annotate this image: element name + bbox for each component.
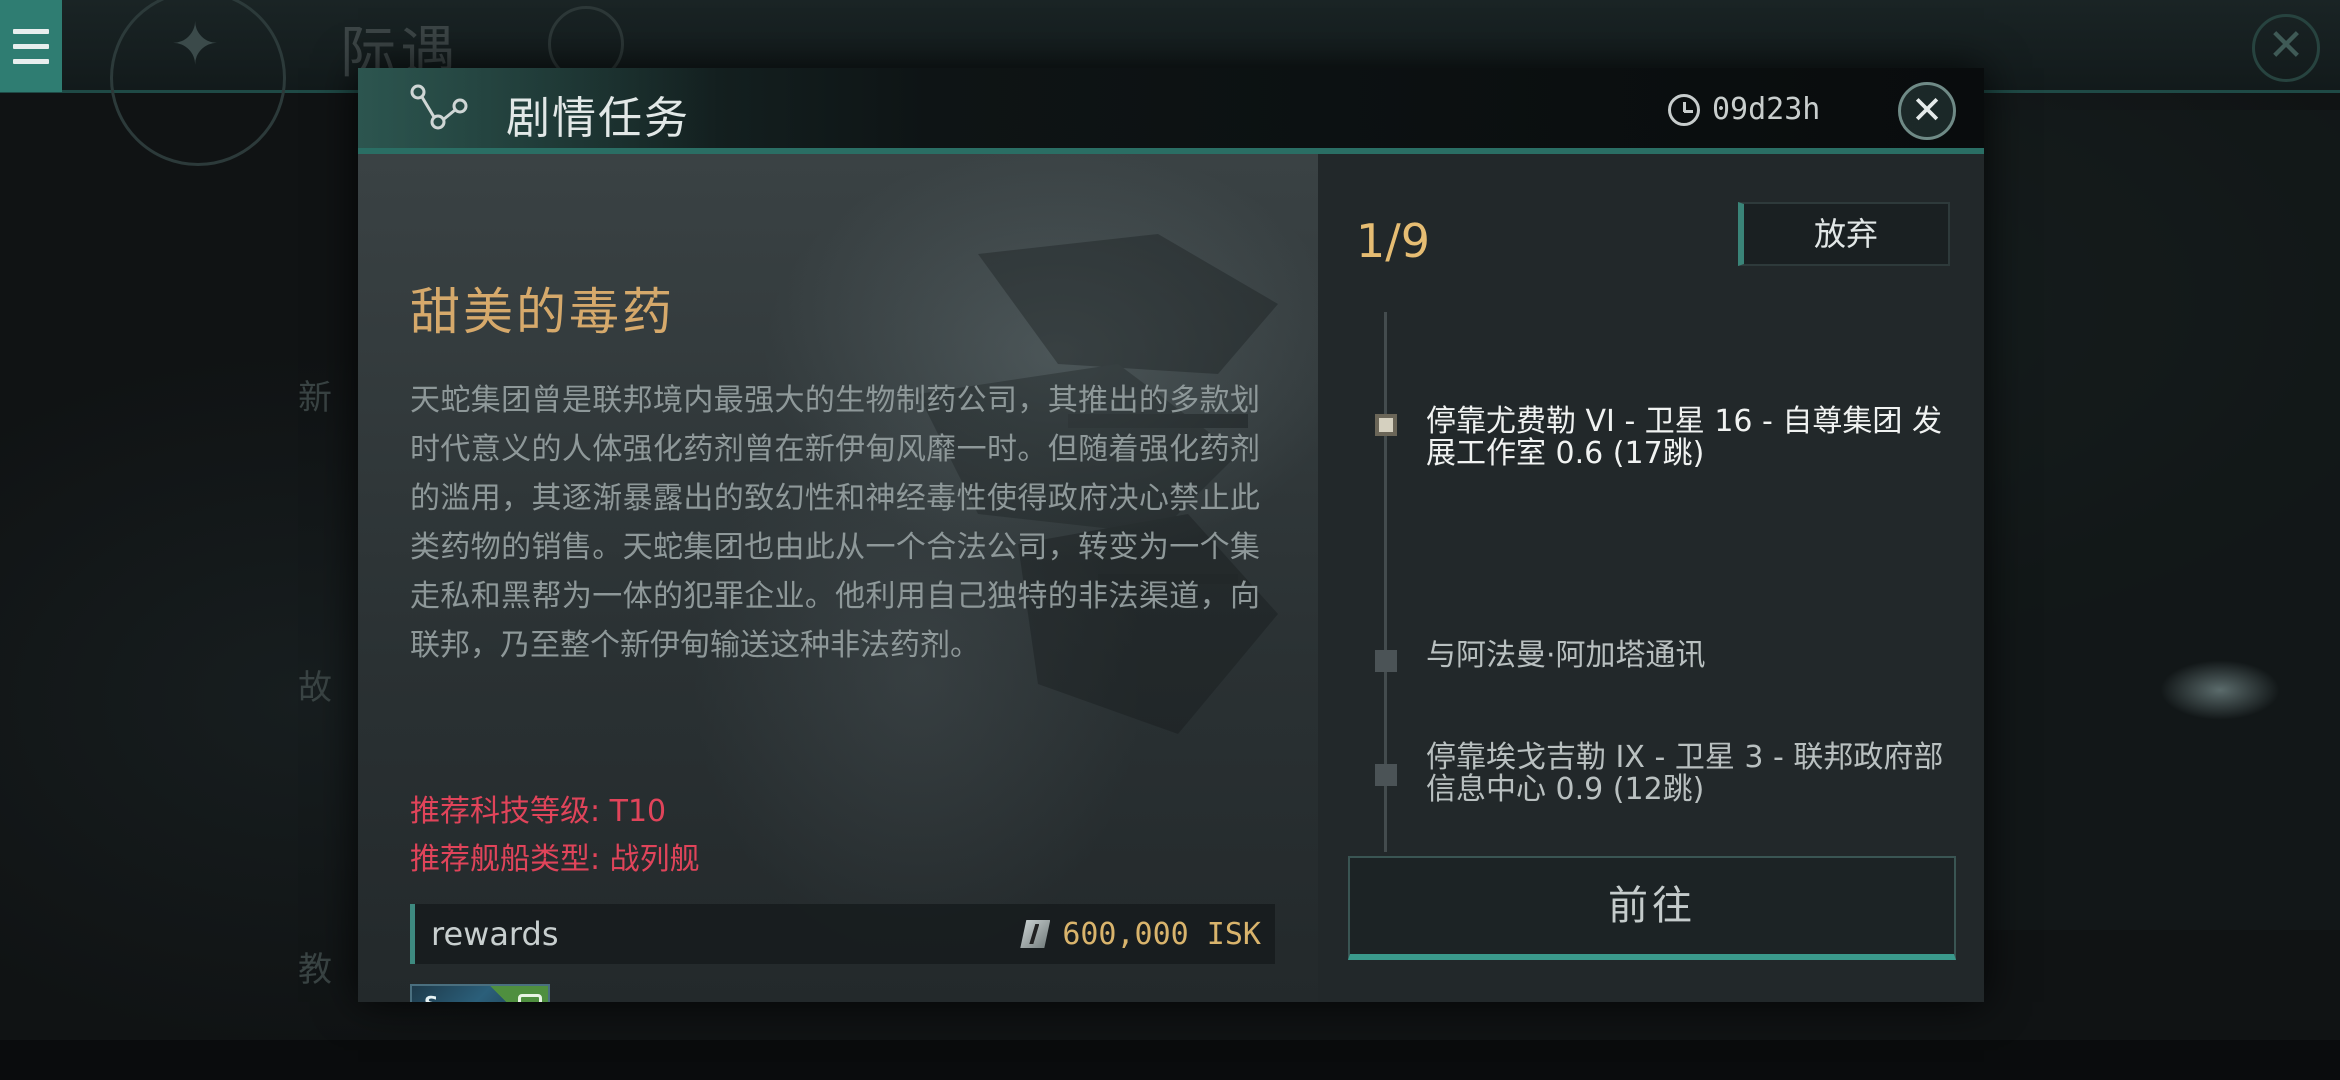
go-button[interactable]: 前往 [1348,856,1956,960]
background-close-icon[interactable]: ✕ [2252,14,2320,82]
reward-item-square-icon [518,994,542,1002]
rewards-label: rewards [431,915,559,953]
rewards-bar: rewards 600,000 ISK [410,904,1275,964]
hamburger-icon [13,24,49,69]
mission-detail-pane: 甜美的毒药 天蛇集团曾是联邦境内最强大的生物制药公司，其推出的多款划时代意义的人… [358,154,1318,1002]
menu-button[interactable] [0,0,62,92]
mission-name: 甜美的毒药 [410,283,675,341]
background-side-item: 教 [298,950,332,990]
step-marker-active [1375,414,1397,436]
recommended-tech-level: 推荐科技等级: T10 [410,794,667,829]
step-marker [1375,764,1397,786]
mission-timer: 09d23h [1668,92,1820,127]
abandon-button[interactable]: 放弃 [1738,202,1950,266]
background-side-item: 故 [298,668,332,708]
background-glow [2160,660,2280,720]
mission-description: 天蛇集团曾是联邦境内最强大的生物制药公司，其推出的多款划时代意义的人体强化药剂曾… [410,383,1260,663]
reward-item-tier: S [424,992,438,1002]
step-marker [1375,650,1397,672]
isk-reward: 600,000 ISK [1020,917,1261,952]
dialog-header: 剧情任务 09d23h ✕ [358,68,1984,154]
isk-amount: 600,000 ISK [1062,916,1261,952]
isk-icon [1020,920,1051,948]
step-progress: 1/9 [1356,214,1431,268]
mission-steps-pane: 1/9 放弃 停靠尤费勒 VI - 卫星 16 - 自尊集团 发展工作室 0.6… [1318,154,1984,1002]
step-text: 停靠埃戈吉勒 IX - 卫星 3 - 联邦政府部 信息中心 0.9 (12跳) [1426,740,1944,807]
background-right-panel [1980,110,2340,930]
clock-icon [1668,93,1700,126]
step-text: 停靠尤费勒 VI - 卫星 16 - 自尊集团 发展工作室 0.6 (17跳) [1426,404,1942,471]
faction-emblem-icon: ✦ [170,10,220,78]
timer-text: 09d23h [1712,92,1821,127]
step-text: 与阿法曼·阿加塔通讯 [1426,638,1706,673]
close-button[interactable]: ✕ [1898,82,1956,140]
background-side-item: 新 [298,378,332,418]
story-mission-dialog: 剧情任务 09d23h ✕ 甜美的毒药 天蛇集团曾是联邦境内最强大的生物制药公司… [358,68,1984,1002]
recommended-ship-type: 推荐舰船类型: 战列舰 [410,842,700,877]
dialog-title: 剧情任务 [506,93,690,144]
close-icon: ✕ [1911,88,1943,132]
mission-path-icon [410,84,468,130]
background-bottom-bar [0,1040,2340,1080]
reward-item-card[interactable]: S [410,984,550,1002]
